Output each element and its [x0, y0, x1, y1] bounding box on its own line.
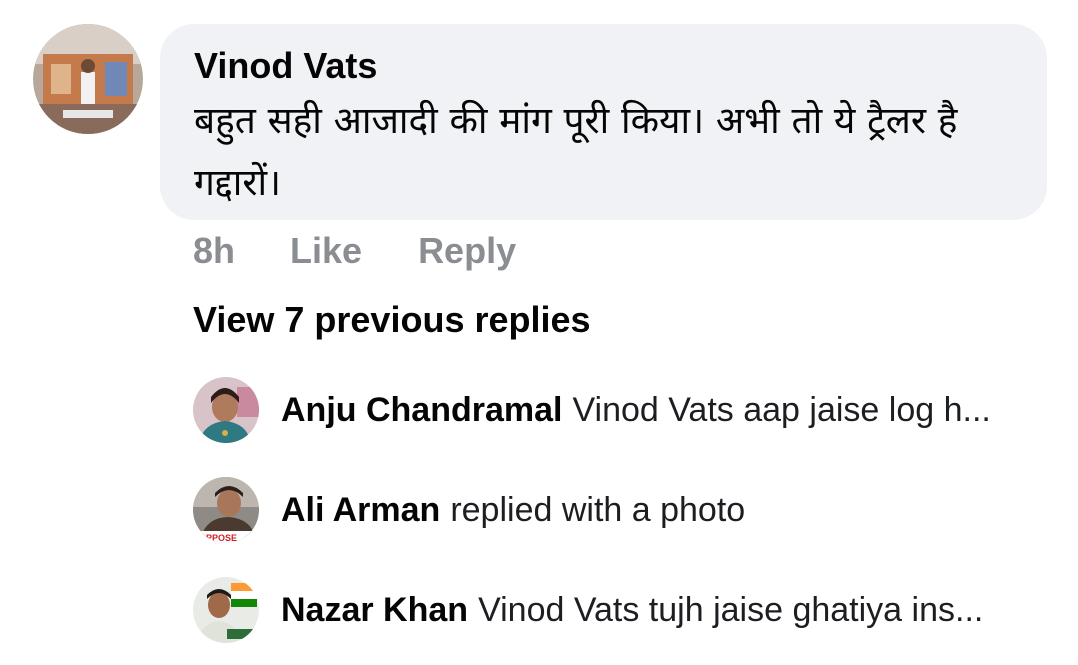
like-button[interactable]: Like	[290, 230, 362, 272]
comment-actions: 8h Like Reply	[193, 226, 516, 276]
avatar[interactable]	[33, 24, 143, 134]
comment-thread: Vinod Vats बहुत सही आजादी की मांग पूरी क…	[0, 0, 1078, 665]
comment-author[interactable]: Vinod Vats	[194, 44, 1013, 88]
comment-bubble: Vinod Vats बहुत सही आजादी की मांग पूरी क…	[160, 24, 1047, 220]
reply-text: replied with a photo	[450, 490, 746, 529]
reply-author[interactable]: Ali Arman	[281, 491, 440, 529]
reply-item[interactable]: Anju Chandramal Vinod Vats aap jaise log …	[193, 377, 1053, 443]
view-previous-replies-link[interactable]: View 7 previous replies	[193, 296, 591, 344]
reply-avatar-photo	[193, 577, 259, 643]
reply-text: Vinod Vats aap jaise log h...	[572, 390, 991, 429]
comment-text: बहुत सही आजादी की मांग पूरी किया। अभी तो…	[194, 99, 958, 204]
reply-item[interactable]: Nazar Khan Vinod Vats tujh jaise ghatiya …	[193, 577, 1053, 643]
reply-content: Anju Chandramal Vinod Vats aap jaise log …	[281, 391, 991, 430]
reply-button[interactable]: Reply	[418, 230, 516, 272]
svg-text:OPPOSE: OPPOSE	[199, 533, 237, 543]
reply-author[interactable]: Anju Chandramal	[281, 391, 562, 429]
reply-content: Ali Arman replied with a photo	[281, 491, 745, 530]
avatar[interactable]	[193, 377, 259, 443]
reply-avatar-photo	[193, 377, 259, 443]
reply-text: Vinod Vats tujh jaise ghatiya ins...	[478, 590, 984, 629]
reply-author[interactable]: Nazar Khan	[281, 591, 468, 629]
comment-timestamp[interactable]: 8h	[193, 230, 235, 272]
avatar[interactable]	[193, 577, 259, 643]
avatar[interactable]: OPPOSE	[193, 477, 259, 543]
commenter-photo	[33, 24, 143, 134]
reply-content: Nazar Khan Vinod Vats tujh jaise ghatiya …	[281, 591, 983, 630]
reply-item[interactable]: OPPOSE Ali Arman replied with a photo	[193, 477, 1053, 543]
reply-avatar-photo: OPPOSE	[193, 477, 259, 543]
